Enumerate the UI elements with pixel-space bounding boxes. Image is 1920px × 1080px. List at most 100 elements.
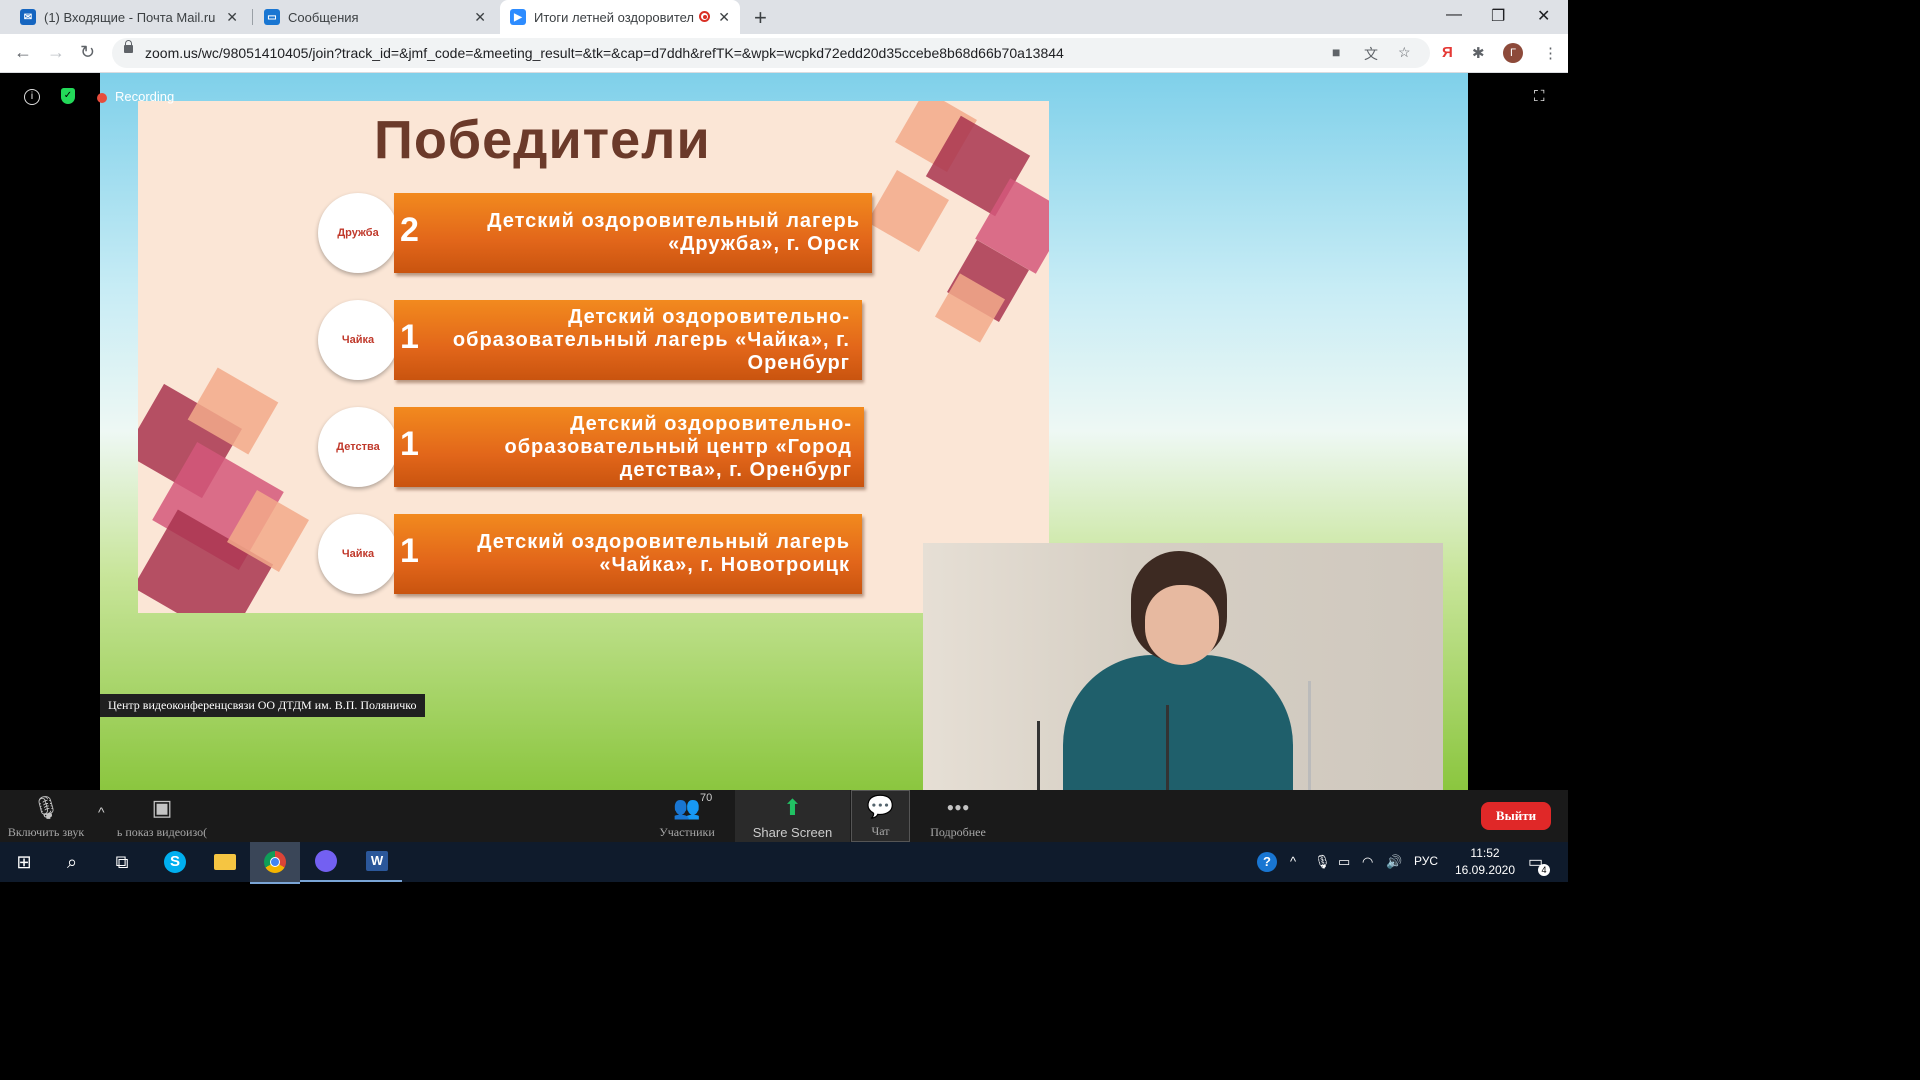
tab-zoom-title: Итоги летней оздоровител [534,9,695,25]
yandex-extension-icon[interactable]: Я [1442,44,1453,61]
participants-button[interactable]: 👥 70 Участники [652,790,722,842]
system-clock[interactable]: 11:52 16.09.2020 [1452,845,1518,879]
participants-label: Участники [659,825,715,839]
chat-icon: 💬 [866,794,895,819]
microphone [1037,721,1040,790]
tab-divider [252,9,253,25]
recording-indicator-icon [699,11,710,22]
help-icon[interactable]: ? [1257,852,1277,872]
task-view-icon[interactable]: ⧉ [96,842,148,882]
winner-name: Детский оздоровительный лагерь «Дружба»,… [487,210,860,255]
winner-name: Детский оздоровительный лагерь «Чайка», … [477,531,850,576]
chat-label: Чат [871,824,890,838]
address-bar[interactable]: zoom.us/wc/98051410405/join?track_id=&jm… [112,38,1430,68]
speaker-face [1145,585,1219,665]
winner-bar: 1 Детский оздоровительный лагерь «Чайка»… [394,514,862,594]
zoom-control-bar: 🎙 Включить звук ^ ▣ ь показ видеоизо( 👥 … [0,790,1568,842]
minimize-icon[interactable]: — [1446,6,1462,24]
winner-name: Детский оздоровительно- образовательный … [504,412,852,481]
wifi-icon[interactable]: ◠ [1362,854,1373,870]
place-number: 2 [400,211,419,249]
browser-tab-strip: ✉ (1) Входящие - Почта Mail.ru ✕ ▭ Сообщ… [0,0,1568,34]
winner-bar: 1 Детский оздоровительно- образовательны… [394,407,864,487]
more-button[interactable]: ••• Подробнее [922,790,994,842]
chat-button[interactable]: 💬 Чат [851,790,910,842]
skype-icon[interactable]: S [150,842,200,882]
share-screen-label: Share Screen [752,825,833,840]
search-icon[interactable]: ⌕ [48,842,96,882]
notification-count-badge: 4 [1538,864,1550,876]
video-off-icon: ▣ [151,795,173,820]
camera-blocked-icon[interactable]: ■ [1332,44,1340,60]
maximize-icon[interactable]: ❐ [1491,6,1505,26]
zoom-camera-icon: ▶ [510,9,526,25]
presentation-slide: Победители Дружба 2 Детский оздоровитель… [138,101,1049,613]
lock-icon [124,40,133,53]
forward-icon[interactable]: → [47,42,65,63]
language-indicator[interactable]: РУС [1414,854,1438,868]
tab-mail[interactable]: ✉ (1) Входящие - Почта Mail.ru ✕ [8,0,248,34]
shared-screen: Победители Дружба 2 Детский оздоровитель… [100,73,1468,790]
reload-icon[interactable]: ↻ [80,42,95,63]
windows-taskbar: ⊞ ⌕ ⧉ S W ? ^ 🎙 ▭ ◠ 🔊 РУС 11:52 16.09.20… [0,842,1568,884]
avatar[interactable]: Г [1503,43,1523,63]
encryption-shield-icon[interactable]: ✓ [61,88,75,104]
kebab-menu-icon[interactable]: ⋮ [1543,44,1558,62]
recording-label: Recording [115,89,175,104]
microphone [1166,705,1169,790]
clock-date: 16.09.2020 [1454,863,1516,877]
camp-logo: Дружба [318,193,398,273]
info-icon[interactable]: i [24,89,40,105]
close-icon[interactable]: ✕ [718,9,730,26]
new-tab-icon[interactable]: + [754,5,767,31]
tab-zoom-meeting[interactable]: ▶ Итоги летней оздоровител ✕ [500,0,740,34]
more-label: Подробнее [930,825,986,839]
star-icon[interactable]: ☆ [1398,44,1411,61]
mail-icon: ✉ [20,9,36,25]
translate-icon[interactable]: 文 [1364,44,1378,64]
start-video-button[interactable]: ▣ ь показ видеоизо( [112,790,212,842]
microphone-icon[interactable]: 🎙 [1314,854,1331,870]
share-screen-icon: ⬆ [783,795,802,820]
microphone [1308,681,1311,790]
viber-icon[interactable] [300,842,352,882]
close-icon[interactable]: ✕ [226,9,238,26]
close-icon[interactable]: ✕ [474,9,486,26]
chat-bubble-icon: ▭ [264,9,280,25]
place-number: 1 [400,318,419,356]
muted-microphone-icon: 🎙 [32,795,60,820]
tab-mail-title: (1) Входящие - Почта Mail.ru [44,9,216,25]
more-dots-icon: ••• [946,795,970,820]
unmute-button[interactable]: 🎙 Включить звук [4,790,88,842]
speaker-body [1063,655,1293,790]
word-icon[interactable]: W [352,842,402,882]
speaker-video[interactable] [923,543,1443,790]
winner-bar: 1 Детский оздоровительно- образовательны… [394,300,862,380]
zoom-meeting-area: i ✓ ⛶ Победители Дружба 2 Детский оздоро… [0,73,1568,790]
participant-name-caption: Центр видеоконференцсвязи ОО ДТДМ им. В.… [100,694,425,717]
chrome-icon[interactable] [250,842,300,884]
tab-messages-title: Сообщения [288,9,359,25]
participant-count: 70 [700,792,713,804]
tab-messages[interactable]: ▭ Сообщения ✕ [256,0,496,34]
windows-start-icon[interactable]: ⊞ [0,842,48,882]
window-close-icon[interactable]: ✕ [1537,6,1550,26]
leave-meeting-button[interactable]: Выйти [1481,802,1551,830]
chevron-up-icon[interactable]: ^ [98,804,105,820]
battery-icon[interactable]: ▭ [1338,854,1350,870]
share-screen-button[interactable]: ⬆ Share Screen [735,790,850,842]
url-text[interactable]: zoom.us/wc/98051410405/join?track_id=&jm… [145,45,1064,61]
extensions-puzzle-icon[interactable]: ✱ [1472,44,1485,62]
back-icon[interactable]: ← [14,42,32,63]
camp-logo: Чайка [318,300,398,380]
place-number: 1 [400,532,419,570]
volume-icon[interactable]: 🔊 [1386,854,1402,870]
winner-bar: 2 Детский оздоровительный лагерь «Дружба… [394,193,872,273]
fullscreen-icon[interactable]: ⛶ [1534,88,1545,105]
chevron-up-icon[interactable]: ^ [1290,854,1296,869]
file-explorer-icon[interactable] [200,842,250,882]
start-video-label: ь показ видеоизо( [116,825,208,839]
camp-logo: Чайка [318,514,398,594]
camp-logo: Детства [318,407,398,487]
recording-dot-icon [97,93,107,103]
